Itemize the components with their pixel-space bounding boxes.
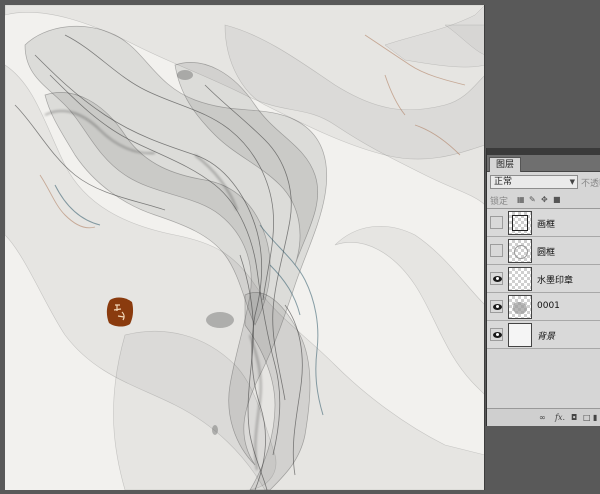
opacity-label: 不透明	[581, 179, 600, 189]
fx-icon[interactable]: fx.	[555, 413, 565, 422]
layer-thumbnail	[508, 267, 532, 291]
ink-seal-stamp	[106, 296, 134, 328]
blend-mode-row: 正常 ▼ 不透明	[487, 172, 600, 192]
layer-thumbnail	[508, 239, 532, 263]
brush-icon[interactable]: ✎	[529, 196, 537, 204]
new-layer-icon[interactable]: □	[583, 413, 591, 422]
lock-transparency-icon[interactable]: ▦	[517, 196, 525, 204]
panel-title-bar[interactable]	[487, 148, 600, 155]
layer-row[interactable]: 背景	[487, 321, 600, 349]
visibility-toggle[interactable]	[490, 328, 503, 341]
panel-tab-strip: 图层	[487, 155, 600, 172]
layers-panel-footer: ∞ fx. ◘ □ ▮	[487, 408, 600, 426]
photoshop-workspace: 图层 正常 ▼ 不透明 锁定 ▦ ✎ ✥ ■ 画框 圆框	[0, 0, 600, 494]
blend-mode-value: 正常	[494, 177, 513, 187]
chevron-down-icon: ▼	[569, 178, 575, 186]
visibility-toggle[interactable]	[490, 244, 503, 257]
layer-name[interactable]: 水墨印章	[537, 273, 573, 286]
eye-icon	[493, 276, 502, 282]
lock-icon[interactable]: ■	[553, 196, 561, 204]
visibility-toggle[interactable]	[490, 272, 503, 285]
layer-name[interactable]: 圆框	[537, 245, 555, 258]
layer-row[interactable]: 圆框	[487, 237, 600, 265]
layer-row[interactable]: 水墨印章	[487, 265, 600, 293]
tab-layers[interactable]: 图层	[489, 157, 522, 172]
layer-row[interactable]: 画框	[487, 209, 600, 237]
layer-name[interactable]: 背景	[537, 329, 555, 342]
layer-name[interactable]: 画框	[537, 217, 555, 230]
layer-name[interactable]: 0001	[537, 301, 560, 311]
layer-thumbnail	[508, 211, 532, 235]
lock-row: 锁定 ▦ ✎ ✥ ■	[487, 192, 600, 209]
layer-thumbnail	[508, 295, 532, 319]
move-icon[interactable]: ✥	[541, 196, 549, 204]
mask-icon[interactable]: ◘	[571, 413, 577, 422]
link-icon[interactable]: ∞	[539, 413, 546, 422]
layer-row[interactable]: 0001	[487, 293, 600, 321]
ink-artwork	[5, 5, 484, 490]
layer-thumbnail	[508, 323, 532, 347]
blend-mode-select[interactable]: 正常 ▼	[490, 175, 578, 189]
document-canvas[interactable]	[5, 5, 485, 490]
visibility-toggle[interactable]	[490, 300, 503, 313]
eye-icon	[493, 304, 502, 310]
trash-icon[interactable]: ▮	[593, 413, 597, 422]
lock-label: 锁定	[490, 197, 509, 207]
layers-panel: 图层 正常 ▼ 不透明 锁定 ▦ ✎ ✥ ■ 画框 圆框	[486, 148, 600, 426]
eye-icon	[493, 332, 502, 338]
visibility-toggle[interactable]	[490, 216, 503, 229]
